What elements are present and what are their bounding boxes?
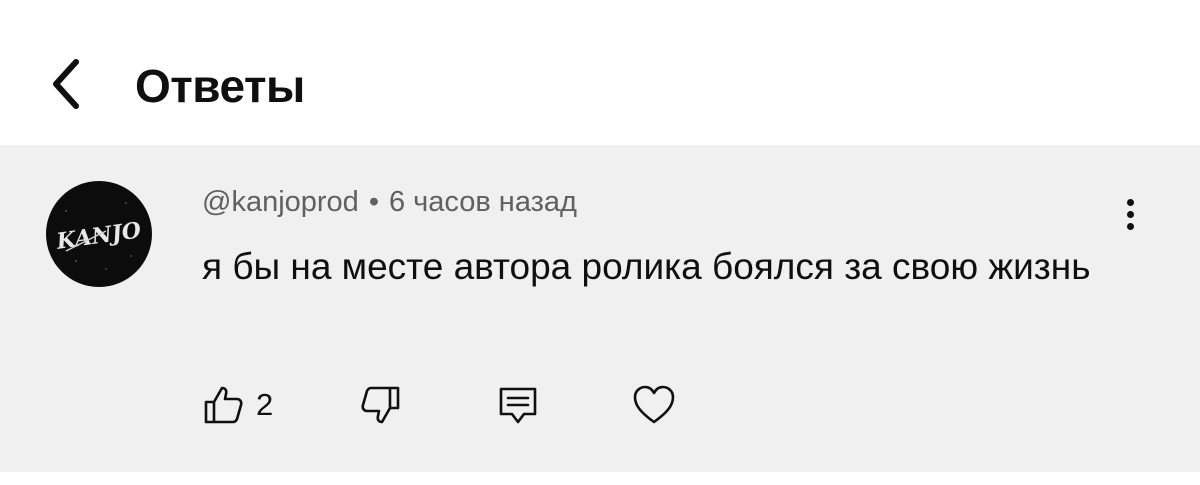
thumb-up-icon [204,386,243,424]
like-button[interactable]: 2 [200,375,273,435]
reply-button[interactable] [494,375,542,435]
heart-button[interactable] [630,375,678,435]
avatar-logo: KANJO [54,202,143,270]
heart-icon [633,385,675,424]
header: Ответы [0,0,1200,145]
comment-card: KANJO @kanjoprod • 6 часов назад я бы на м… [0,145,1200,472]
page-title: Ответы [135,60,305,112]
more-vertical-icon-dot [1126,210,1134,218]
dislike-button[interactable] [356,375,404,435]
comment-meta: @kanjoprod • 6 часов назад [202,185,577,219]
meta-separator: • [368,186,379,218]
chevron-left-icon [53,59,79,109]
avatar-text: KANJO [54,217,143,255]
reply-icon [499,387,537,424]
author-handle[interactable]: @kanjoprod [202,186,359,218]
more-vertical-icon-dot [1126,198,1134,206]
comment-text: я бы на месте автора ролика боялся за св… [202,246,1091,287]
back-button[interactable] [36,52,96,116]
avatar[interactable]: KANJO [46,181,152,287]
more-vertical-icon-dot [1126,222,1134,230]
timestamp: 6 часов назад [388,186,577,218]
bottom-strip [0,472,1200,485]
more-options-button[interactable] [1108,189,1152,239]
thumb-down-icon [361,386,400,424]
comment-actions: 2 [0,375,1200,435]
like-count: 2 [256,387,274,422]
